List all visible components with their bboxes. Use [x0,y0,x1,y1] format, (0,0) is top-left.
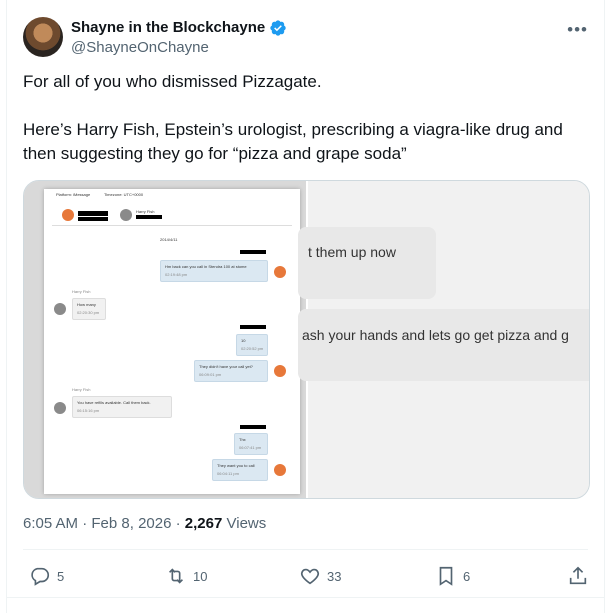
message-text-zoom: t them up now [308,244,396,260]
repost-count: 10 [193,568,208,584]
meta-separator: · [82,515,92,532]
participant-avatar [274,464,286,476]
contact-name: Harry Fish [136,209,155,214]
tweet-header: Shayne in the Blockchayne @ShayneOnChayn… [23,14,588,62]
contact-avatar [120,209,132,221]
message-log-screenshot: Platform: iMessage Timezone: UTC+0000 Ha… [44,189,300,494]
tweet-card: Shayne in the Blockchayne @ShayneOnChayn… [6,0,605,613]
avatar[interactable] [23,17,63,57]
divider [7,597,604,598]
message-time: 06:15:16 pm [77,408,100,413]
verified-badge-icon [270,20,286,36]
reply-icon [31,567,50,586]
message-bubble: Thx 06:07:41 pm [234,433,268,455]
like-count: 33 [327,568,342,584]
reply-button[interactable]: 5 [29,560,64,592]
tweet-time[interactable]: 6:05 AM [23,515,78,532]
message-time: 02:20:52 pm [241,346,264,351]
author-display-name[interactable]: Shayne in the Blockchayne [71,18,287,38]
heart-icon [300,568,320,585]
message-bubble: How many 02:20:30 pm [72,298,106,320]
redaction-bar [78,217,108,221]
redaction-bar [240,250,266,254]
message-text: They didn't have your call yet? [199,364,253,369]
tweet-date[interactable]: Feb 8, 2026 [91,515,171,532]
bookmark-count: 6 [463,568,471,584]
date-stamp: 2014/4/11 [160,237,178,242]
contact-avatar [54,303,66,315]
tweet-paragraph-2: Here’s Harry Fish, Epstein’s urologist, … [23,120,563,163]
more-options-icon[interactable]: ••• [567,20,588,40]
media-image-left[interactable]: Platform: iMessage Timezone: UTC+0000 Ha… [24,181,306,498]
message-bubble-zoom: ash your hands and lets go get pizza and… [298,309,589,381]
separator [52,225,292,226]
like-button[interactable]: 33 [299,560,341,592]
participant-avatar [274,266,286,278]
contact-avatar [54,402,66,414]
tweet-text: For all of you who dismissed Pizzagate. … [23,70,583,166]
share-icon [569,566,587,585]
timezone-label: Timezone: UTC+0000 [104,192,144,197]
message-bubble: 10 02:20:52 pm [236,334,268,356]
message-bubble: They want you to call 06:04:11 pm [212,459,268,481]
message-text: 10 [241,338,246,343]
share-button[interactable] [567,560,595,592]
sender-label: Harry Fish [72,387,91,392]
views-label: Views [226,515,267,532]
redaction-bar [78,211,108,216]
participant-avatar [62,209,74,221]
bookmark-button[interactable]: 6 [435,560,470,592]
redaction-bar [240,425,266,429]
divider [23,549,588,550]
message-time: 02:19:48 pm [165,272,188,277]
sender-label: Harry Fish [72,289,91,294]
action-bar: 5 10 33 6 [23,560,588,592]
message-time: 02:20:30 pm [77,310,100,315]
message-bubble-zoom: t them up now [298,227,436,299]
message-time: 06:07:41 pm [239,445,262,450]
message-time: 06:04:11 pm [217,471,239,476]
message-text: How many [77,302,96,307]
redaction-bar [240,325,266,329]
participant-avatar [274,365,286,377]
message-time: 06:09:01 pm [199,372,222,377]
meta-separator: · [175,515,185,532]
repost-icon [168,568,184,584]
message-bubble: You have refills available. Call them ba… [72,396,172,418]
message-bubble: Hm back can you call in Stendra 100 at s… [160,260,268,282]
reply-count: 5 [57,568,65,584]
author-display-name-text[interactable]: Shayne in the Blockchayne [71,18,265,38]
repost-button[interactable]: 10 [165,560,207,592]
media-image-right[interactable]: t them up now ash your hands and lets go… [298,181,589,498]
message-text: Thx [239,437,246,442]
redaction-bar [136,215,162,219]
author-handle[interactable]: @ShayneOnChayne [71,38,287,58]
tweet-paragraph-1: For all of you who dismissed Pizzagate. [23,72,322,91]
tweet-media[interactable]: Platform: iMessage Timezone: UTC+0000 Ha… [23,180,590,499]
message-text: They want you to call [217,463,255,468]
bookmark-icon [439,566,453,586]
message-text-zoom: ash your hands and lets go get pizza and… [302,327,569,343]
tweet-meta: 6:05 AM · Feb 8, 2026 · 2,267 Views [23,512,266,536]
views-count: 2,267 [184,515,223,532]
message-text: You have refills available. Call them ba… [77,400,151,405]
platform-label: Platform: iMessage [56,192,91,197]
message-text: Hm back can you call in Stendra 100 at s… [165,264,247,269]
message-bubble: They didn't have your call yet? 06:09:01… [194,360,268,382]
author-names: Shayne in the Blockchayne @ShayneOnChayn… [71,18,287,58]
